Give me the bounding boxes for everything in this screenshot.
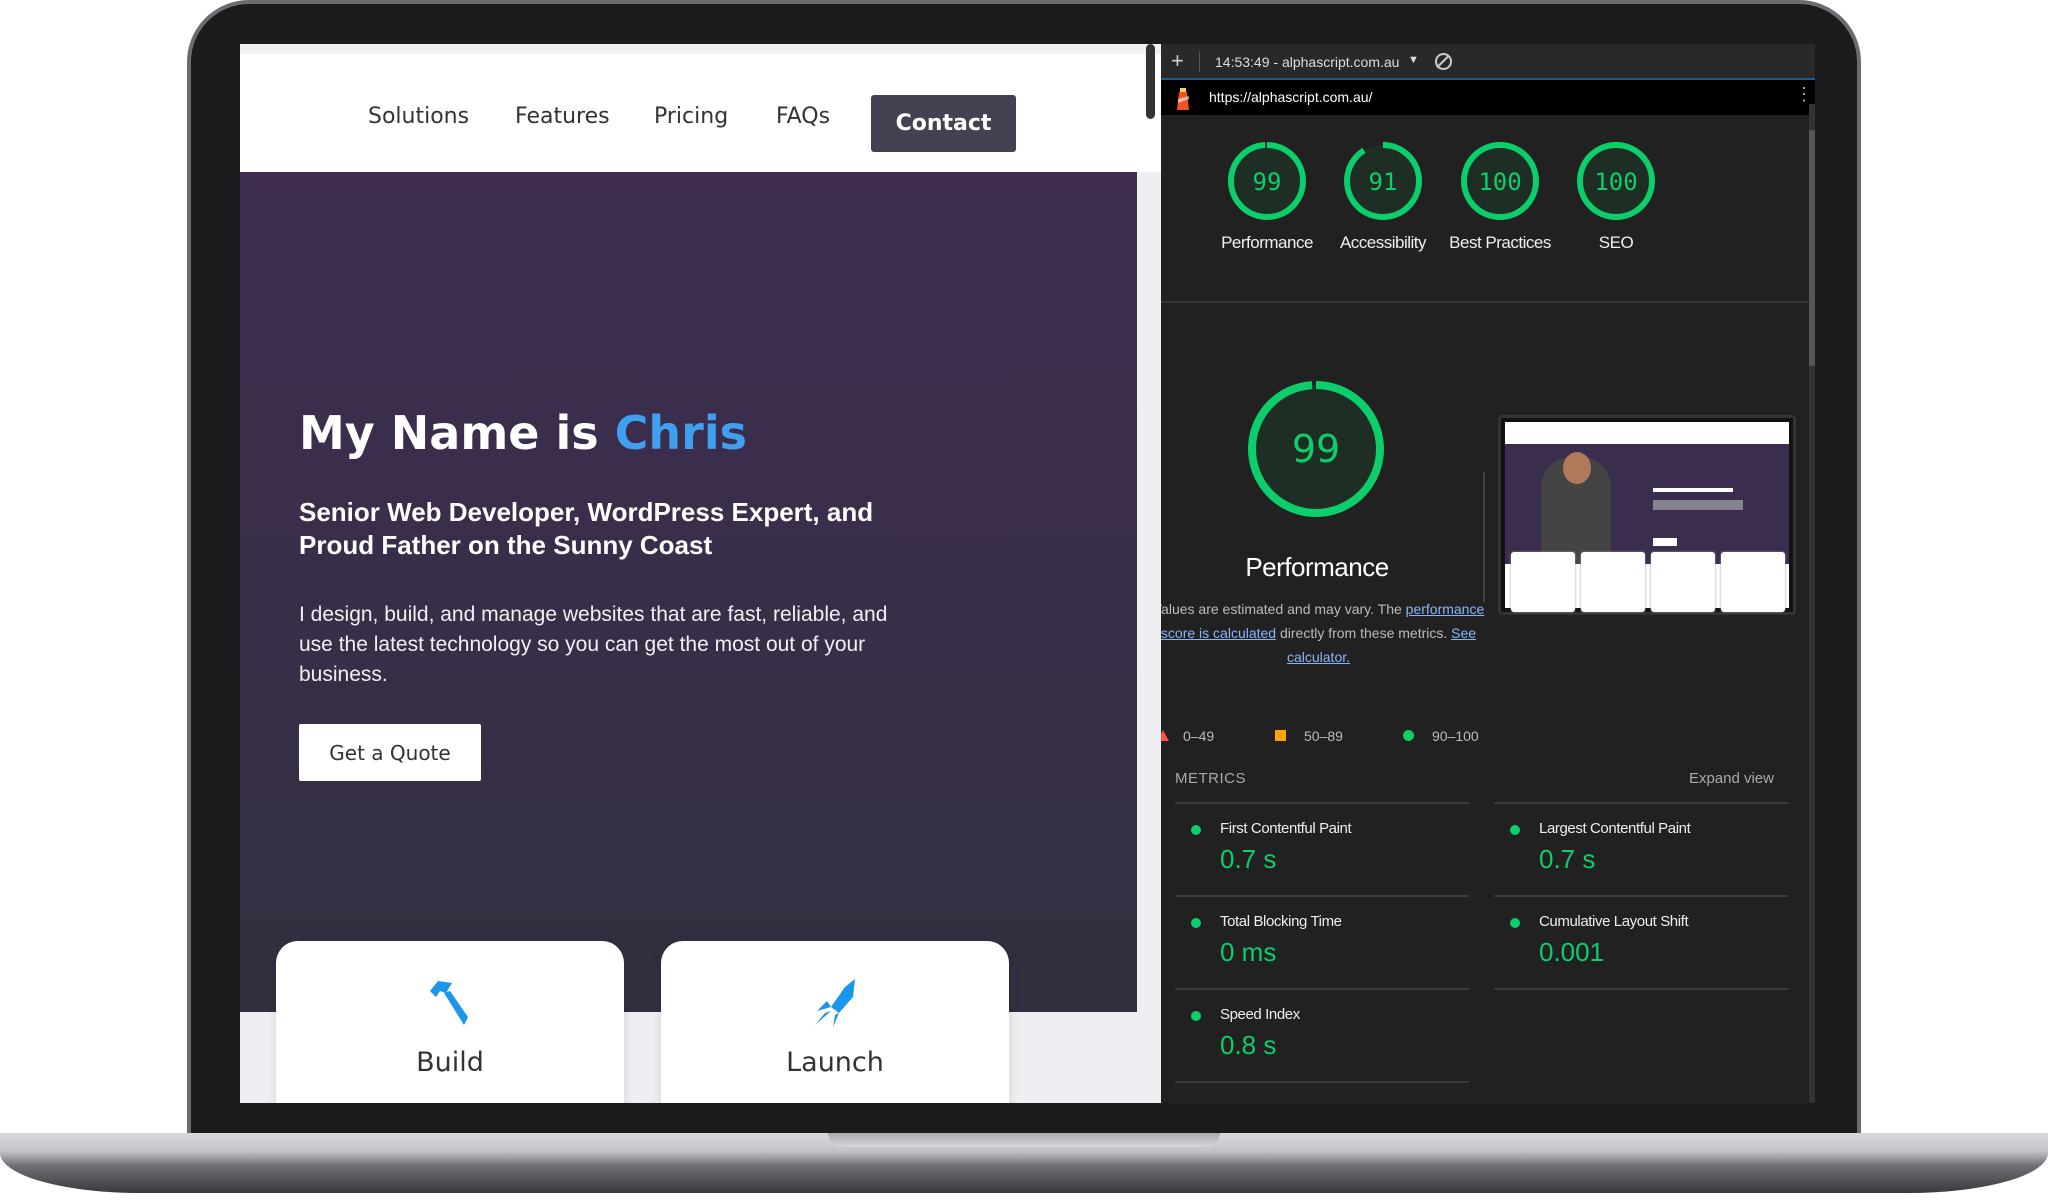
hero-section <box>240 172 1137 1012</box>
lighthouse-panel: + 14:53:49 - alphascript.com.au ▼ https:… <box>1161 44 1815 1103</box>
contact-button[interactable]: Contact <box>871 95 1016 152</box>
gauge-label: Performance <box>1221 233 1313 252</box>
legend-label: 0–49 <box>1183 728 1215 744</box>
pass-dot-icon <box>1191 825 1201 835</box>
add-icon[interactable]: + <box>1171 48 1184 74</box>
pass-dot-icon <box>1510 918 1520 928</box>
legend-pass: 90–100 <box>1403 728 1479 744</box>
title-name: Chris <box>614 406 747 460</box>
main-score: 99 <box>1292 427 1340 471</box>
metric-row: Cumulative Layout Shift 0.001 <box>1494 895 1788 988</box>
nav-pricing[interactable]: Pricing <box>654 104 728 129</box>
divider <box>1494 988 1788 990</box>
pass-dot-icon <box>1191 918 1201 928</box>
site-nav: Solutions Features Pricing FAQs Contact <box>240 44 1161 172</box>
score-gauge-best-practices[interactable]: 100 Best Practices <box>1449 141 1551 255</box>
metric-row: Total Blocking Time 0 ms <box>1175 895 1469 988</box>
legend-label: 50–89 <box>1304 728 1343 744</box>
lighthouse-toolbar: + 14:53:49 - alphascript.com.au ▼ <box>1161 44 1815 80</box>
card-label: Launch <box>786 1047 884 1078</box>
gauge-label: SEO <box>1598 233 1634 252</box>
title-prefix: My Name is <box>299 406 615 460</box>
score-gauge-accessibility[interactable]: 91 Accessibility <box>1340 141 1427 255</box>
desc-text: directly from these metrics. <box>1276 625 1452 641</box>
url-bar: https://alphascript.com.au/ ⋮ <box>1161 80 1815 115</box>
get-quote-button[interactable]: Get a Quote <box>299 724 481 781</box>
session-select[interactable]: 14:53:49 - alphascript.com.au <box>1215 54 1399 70</box>
pass-dot-icon <box>1191 1011 1201 1021</box>
metric-value: 0.7 s <box>1539 844 1596 874</box>
gauge-score: 100 <box>1594 168 1637 196</box>
expand-view-button[interactable]: Expand view <box>1681 770 1774 787</box>
rocket-icon <box>661 977 1009 1029</box>
metric-value: 0.001 <box>1539 937 1605 967</box>
legend-fail: 0–49 <box>1161 728 1214 744</box>
pass-dot-icon <box>1510 825 1520 835</box>
nav-features[interactable]: Features <box>515 104 610 129</box>
metric-name: Total Blocking Time <box>1220 913 1342 930</box>
laptop-notch <box>828 1133 1220 1147</box>
card-launch[interactable]: Launch <box>661 941 1009 1103</box>
metric-name: Cumulative Layout Shift <box>1539 913 1689 930</box>
metric-value: 0 ms <box>1220 937 1277 967</box>
chevron-down-icon[interactable]: ▼ <box>1408 54 1419 66</box>
gauge-label: Accessibility <box>1339 233 1427 252</box>
metrics-title: METRICS <box>1175 770 1246 787</box>
metric-row: First Contentful Paint 0.7 s <box>1175 802 1469 895</box>
divider <box>1483 472 1485 602</box>
clear-icon[interactable] <box>1435 53 1452 70</box>
nav-faqs[interactable]: FAQs <box>776 104 830 129</box>
metric-row: Largest Contentful Paint 0.7 s <box>1494 802 1788 895</box>
nav-solutions[interactable]: Solutions <box>368 104 469 129</box>
hammer-icon <box>276 977 624 1029</box>
legend-label: 90–100 <box>1432 728 1479 744</box>
circle-icon <box>1403 730 1414 741</box>
main-performance-gauge: 99 <box>1247 380 1385 523</box>
gauge-score: 99 <box>1253 168 1282 196</box>
score-gauge-performance[interactable]: 99 Performance <box>1221 141 1313 255</box>
site-scrollbar[interactable] <box>1146 44 1155 119</box>
gauge-score: 100 <box>1478 168 1521 196</box>
divider <box>1199 52 1200 72</box>
metric-row: Speed Index 0.8 s <box>1175 988 1469 1081</box>
square-icon <box>1275 730 1286 741</box>
score-description: Values are estimated and may vary. The p… <box>1161 597 1486 669</box>
gauge-score: 91 <box>1369 168 1398 196</box>
scrollbar-thumb[interactable] <box>1809 130 1815 366</box>
metric-name: Speed Index <box>1220 1006 1300 1023</box>
divider <box>1161 301 1809 303</box>
hero-paragraph: I design, build, and manage websites tha… <box>299 603 888 686</box>
website-preview: Solutions Features Pricing FAQs Contact … <box>240 44 1161 1103</box>
more-icon[interactable]: ⋮ <box>1795 84 1813 105</box>
metric-name: First Contentful Paint <box>1220 820 1352 837</box>
card-build[interactable]: Build <box>276 941 624 1103</box>
lighthouse-icon <box>1175 86 1191 113</box>
legend-average: 50–89 <box>1275 728 1343 744</box>
metric-value: 0.7 s <box>1220 844 1277 874</box>
card-label: Build <box>416 1047 484 1078</box>
metric-value: 0.8 s <box>1220 1030 1277 1060</box>
hero-title: My Name is Chris <box>299 406 747 460</box>
gauge-label: Best Practices <box>1449 233 1551 252</box>
divider <box>1175 1081 1469 1083</box>
hero-subtitle: Senior Web Developer, WordPress Expert, … <box>299 497 874 560</box>
triangle-icon <box>1161 730 1169 741</box>
score-gauge-seo[interactable]: 100 SEO <box>1576 141 1656 255</box>
desc-text: Values are estimated and may vary. The <box>1161 601 1406 617</box>
metric-name: Largest Contentful Paint <box>1539 820 1691 837</box>
page-screenshot-thumbnail[interactable] <box>1498 415 1796 615</box>
main-label: Performance <box>1245 552 1389 582</box>
report-url: https://alphascript.com.au/ <box>1209 89 1373 105</box>
